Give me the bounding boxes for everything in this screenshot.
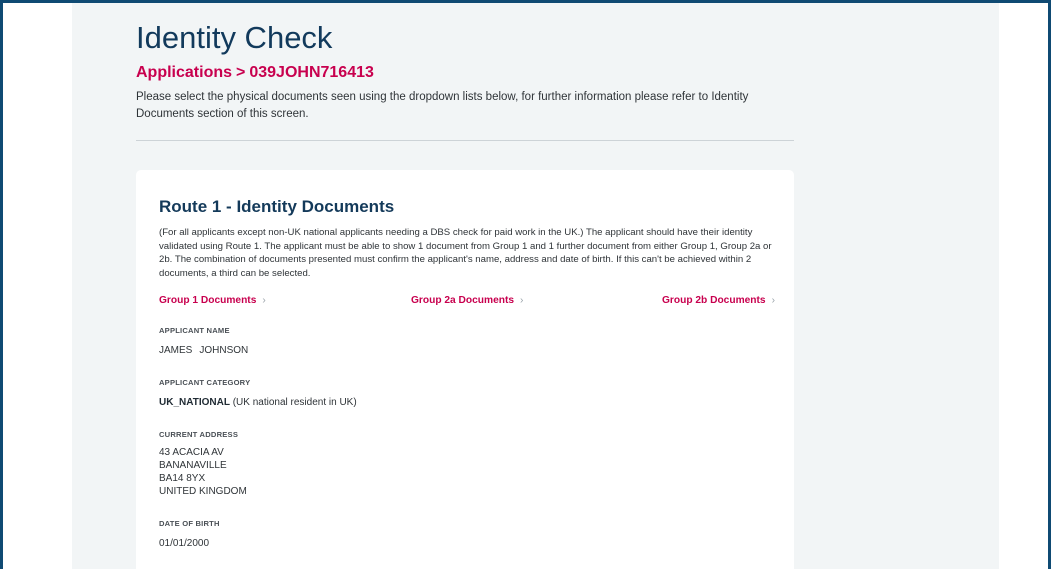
group-1-documents-link[interactable]: Group 1 Documents › xyxy=(159,295,266,306)
intro-text: Please select the physical documents see… xyxy=(136,91,749,120)
date-of-birth-value: 01/01/2000 xyxy=(159,538,210,550)
route-description: (For all applicants except non-UK nation… xyxy=(159,227,772,279)
current-address-label: CURRENT ADDRESS xyxy=(159,430,239,440)
applicant-first-name: JAMES xyxy=(159,345,193,357)
applicant-name-value: JAMES JOHNSON xyxy=(159,344,774,357)
current-address-value: 43 ACACIA AV BANANAVILLE BA14 8YX UNITED… xyxy=(159,446,774,498)
chevron-right-icon: › xyxy=(520,295,524,307)
date-of-birth-field: DATE OF BIRTH 01/01/2000 xyxy=(159,519,774,550)
address-line: BA14 8YX xyxy=(159,473,206,485)
document-group-links: Group 1 Documents › Group 2a Documents › G… xyxy=(159,295,775,309)
current-address-field: CURRENT ADDRESS 43 ACACIA AV BANANAVILLE… xyxy=(159,430,774,498)
chevron-right-icon: › xyxy=(262,295,266,307)
address-line: 43 ACACIA AV xyxy=(159,447,224,459)
route-1-card: Route 1 - Identity Documents (For all ap… xyxy=(136,170,794,580)
applicant-category-field: APPLICANT CATEGORY UK_NATIONAL (UK natio… xyxy=(159,378,774,409)
group-2a-documents-link[interactable]: Group 2a Documents › xyxy=(411,295,523,306)
date-of-birth-label: DATE OF BIRTH xyxy=(159,519,220,529)
applicant-category-description: (UK national resident in UK) xyxy=(232,397,357,409)
address-line: BANANAVILLE xyxy=(159,460,227,472)
page-title: Identity Check xyxy=(136,20,333,55)
address-line: UNITED KINGDOM xyxy=(159,486,247,498)
page-header: Identity Check Applications >039JOHN71641… xyxy=(136,20,796,122)
breadcrumb-current: 039JOHN716413 xyxy=(249,64,374,81)
applicant-last-name: JOHNSON xyxy=(199,345,249,357)
applicant-category-value: UK_NATIONAL (UK national resident in UK) xyxy=(159,396,774,409)
group-link-label: Group 2a Documents xyxy=(411,295,515,307)
breadcrumb-separator: > xyxy=(236,64,246,81)
group-2b-documents-link[interactable]: Group 2b Documents › xyxy=(662,295,775,306)
route-title: Route 1 - Identity Documents xyxy=(159,197,395,216)
group-link-label: Group 2b Documents xyxy=(662,295,766,307)
header-divider xyxy=(136,140,794,141)
applicant-name-field: APPLICANT NAME JAMES JOHNSON xyxy=(159,326,774,357)
chevron-right-icon: › xyxy=(771,295,775,307)
breadcrumb-applications-link[interactable]: Applications xyxy=(136,64,232,81)
group-link-label: Group 1 Documents xyxy=(159,295,257,307)
breadcrumb: Applications >039JOHN716413 xyxy=(136,63,796,83)
applicant-name-label: APPLICANT NAME xyxy=(159,326,230,336)
applicant-category-code: UK_NATIONAL xyxy=(159,397,230,409)
applicant-category-label: APPLICANT CATEGORY xyxy=(159,378,251,388)
